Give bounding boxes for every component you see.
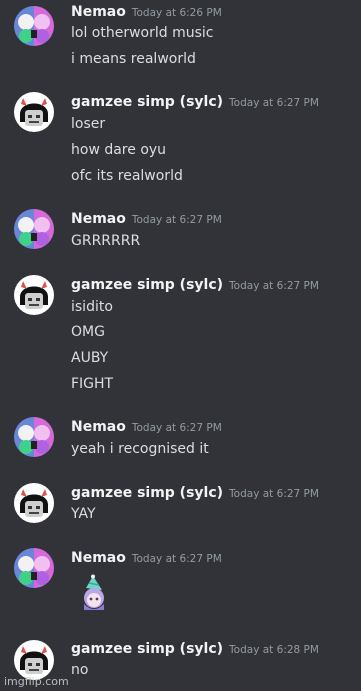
avatar[interactable] xyxy=(14,275,54,315)
avatar[interactable] xyxy=(14,209,54,249)
message-line: how dare oyu xyxy=(71,142,167,158)
avatar[interactable] xyxy=(14,640,54,680)
author-name[interactable]: Nemao Today at 6:27 PM xyxy=(71,550,222,566)
avatar-nemao-icon xyxy=(14,417,54,457)
avatar[interactable] xyxy=(14,417,54,457)
chat-log: Nemao Today at 6:26 PM lol otherworld mus… xyxy=(0,0,361,691)
avatar-gamzee-icon xyxy=(14,92,54,132)
timestamp: Today at 6:27 PM xyxy=(131,422,222,434)
message-line: isidito xyxy=(71,299,113,315)
timestamp: Today at 6:26 PM xyxy=(131,7,222,19)
avatar[interactable] xyxy=(14,548,54,588)
avatar[interactable] xyxy=(14,92,54,132)
timestamp: Today at 6:27 PM xyxy=(229,488,319,500)
imgflip-watermark: imgflip.com xyxy=(4,675,69,688)
message-line: AUBY xyxy=(71,350,109,366)
party-hat-emoji-icon[interactable] xyxy=(78,574,110,610)
message-line: i means realworld xyxy=(71,51,196,67)
author-name[interactable]: gamzee simp (sylc) Today at 6:28 PM xyxy=(71,641,319,657)
author-name[interactable]: Nemao Today at 6:27 PM xyxy=(71,211,222,227)
timestamp: Today at 6:27 PM xyxy=(131,214,222,226)
avatar-nemao-icon xyxy=(14,209,54,249)
avatar-gamzee-icon xyxy=(14,483,54,523)
avatar-nemao-icon xyxy=(14,6,54,46)
message-line: YAY xyxy=(71,506,96,522)
avatar-nemao-icon xyxy=(14,548,54,588)
message-line: no xyxy=(71,662,89,678)
avatar[interactable] xyxy=(14,483,54,523)
timestamp: Today at 6:27 PM xyxy=(229,97,319,109)
message-line: lol otherworld music xyxy=(71,25,214,41)
message-line: yeah i recognised it xyxy=(71,441,209,457)
message-line: FIGHT xyxy=(71,376,114,392)
message-line: OMG xyxy=(71,324,105,340)
timestamp: Today at 6:27 PM xyxy=(229,280,319,292)
author-name[interactable]: Nemao Today at 6:26 PM xyxy=(71,4,222,20)
author-name[interactable]: Nemao Today at 6:27 PM xyxy=(71,419,222,435)
message-line: GRRRRRR xyxy=(71,233,141,249)
author-name[interactable]: gamzee simp (sylc) Today at 6:27 PM xyxy=(71,94,319,110)
avatar[interactable] xyxy=(14,6,54,46)
avatar-gamzee-icon xyxy=(14,640,54,680)
timestamp: Today at 6:27 PM xyxy=(131,553,222,565)
party-hat-emoji-icon xyxy=(84,574,104,610)
author-name[interactable]: gamzee simp (sylc) Today at 6:27 PM xyxy=(71,485,319,501)
author-name[interactable]: gamzee simp (sylc) Today at 6:27 PM xyxy=(71,277,319,293)
avatar-gamzee-icon xyxy=(14,275,54,315)
timestamp: Today at 6:28 PM xyxy=(229,644,319,656)
message-line: ofc its realworld xyxy=(71,168,183,184)
message-line: loser xyxy=(71,116,106,132)
